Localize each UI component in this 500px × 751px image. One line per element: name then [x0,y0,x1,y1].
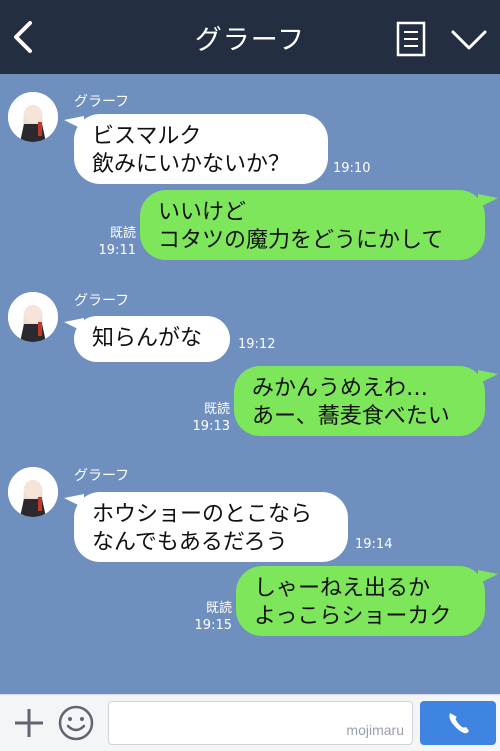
read-label: 既読 [109,226,136,241]
message-bubble[interactable]: 知らんがな [74,316,230,362]
message-line: あー、蕎麦食べたい [252,404,450,429]
smiley-icon [58,705,94,741]
message-line: ホウショーのとこなら [92,502,313,527]
bubble-tail [478,570,498,584]
message-time: 19:13 [192,419,230,434]
sender-name: グラーフ [74,94,130,110]
message-line: コタツの魔力をどうにかして [158,228,444,253]
phone-icon [449,713,469,734]
avatar[interactable] [8,92,58,142]
read-label: 既読 [205,601,232,616]
read-receipt: 既読 19:13 [190,401,230,435]
message-input[interactable]: mojimaru [108,701,413,745]
avatar[interactable] [8,467,58,517]
message-time: 19:11 [98,243,136,258]
message-time: 19:12 [238,337,276,352]
message-time: 19:15 [194,618,232,633]
message-line: よっこらショーカク [254,604,452,629]
emoji-button[interactable] [57,704,95,742]
avatar-image [8,292,58,342]
message-bubble[interactable]: ビスマルク 飲みにいかないか？ [74,114,328,184]
read-receipt: 既読 19:11 [96,225,136,259]
avatar[interactable] [8,292,58,342]
chevron-down-icon [451,30,487,50]
read-label: 既読 [203,402,230,417]
watermark-text: mojimaru [346,722,404,738]
bubble-tail [478,194,498,208]
plus-button[interactable] [12,706,46,740]
sender-name: グラーフ [74,293,130,309]
avatar-image [8,92,58,142]
message-line: みかんうめえわ… [252,376,429,401]
note-icon [396,21,426,57]
message-bubble[interactable]: ホウショーのとこなら なんでもあるだろう [74,492,348,562]
message-line: いいけど [158,200,247,225]
message-line: ビスマルク [92,124,202,149]
call-button[interactable] [420,701,496,745]
bubble-tail [478,370,498,384]
menu-button[interactable] [449,24,489,54]
message-bubble[interactable]: しゃーねえ出るか よっこらショーカク [236,566,485,636]
plus-icon [15,709,43,737]
message-bubble[interactable]: いいけど コタツの魔力をどうにかして [140,190,485,260]
read-receipt: 既読 19:15 [192,600,232,634]
message-composer: mojimaru [0,694,500,751]
message-line: 飲みにいかないか？ [92,152,291,177]
message-line: なんでもあるだろう [92,530,288,555]
message-time: 19:14 [355,537,393,552]
chat-area[interactable]: グラーフ ビスマルク 飲みにいかないか？ 19:10 既読 19:11 いいけど… [0,74,500,694]
message-bubble[interactable]: みかんうめえわ… あー、蕎麦食べたい [234,366,485,436]
message-line: しゃーねえ出るか [254,576,431,601]
message-line: 知らんがな [92,326,203,351]
sender-name: グラーフ [74,468,130,484]
chat-header: グラーフ [0,0,500,74]
avatar-image [8,467,58,517]
memo-button[interactable] [394,20,428,58]
message-time: 19:10 [333,161,371,176]
